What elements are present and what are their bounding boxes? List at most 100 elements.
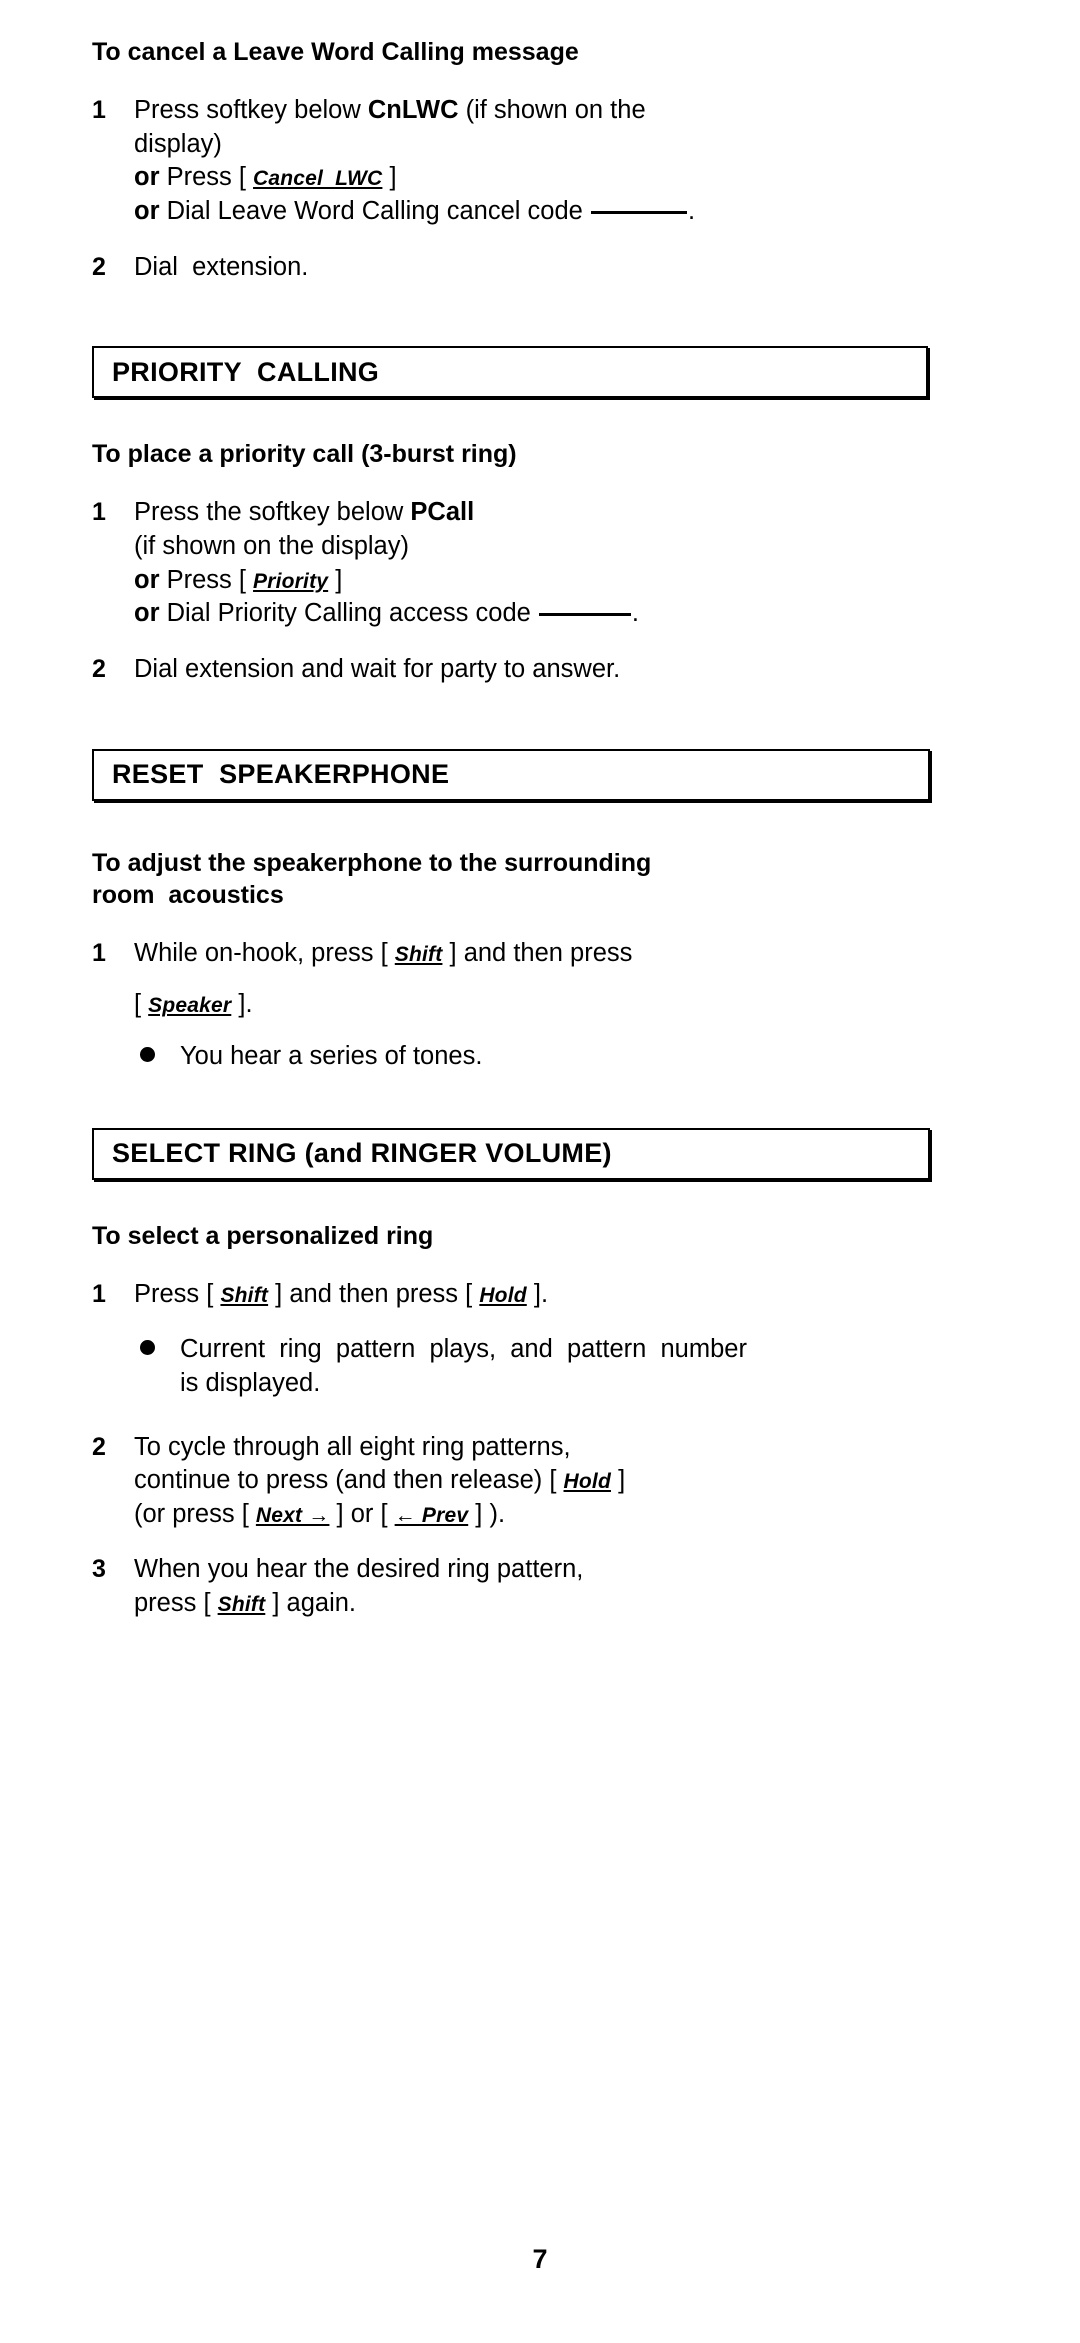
section-heading-box-select-ring: SELECT RING (and RINGER VOLUME) xyxy=(92,1127,930,1180)
step-line-text: When you hear the desired ring pattern, xyxy=(134,1555,584,1584)
step-line-text: continue to press (and then release) [ xyxy=(134,1466,564,1495)
step-line-text: (if shown on the display) xyxy=(134,531,409,560)
step-line: When you hear the desired ring pattern, xyxy=(134,1553,952,1587)
step-line: Dial extension and wait for party to ans… xyxy=(134,653,952,687)
key-label-shift: Shift xyxy=(394,942,443,966)
step-text: Press softkey below CnLWC (if shown on t… xyxy=(134,94,952,229)
step-line-text: Dial Priority Calling access code xyxy=(159,599,538,628)
step-line-text: Dial extension. xyxy=(134,252,309,281)
section-title: PRIORITY CALLING xyxy=(112,356,380,387)
bullet-text: You hear a series of tones. xyxy=(180,1041,483,1070)
document-page: To cancel a Leave Word Calling message 1… xyxy=(0,0,1080,2343)
step-line-text: (or press [ xyxy=(134,1499,256,1528)
step-line-text: [ xyxy=(134,990,149,1019)
step-line: To cycle through all eight ring patterns… xyxy=(134,1431,952,1465)
step-row: 2 Dial extension and wait for party to a… xyxy=(92,653,952,687)
section-heading-box-reset-speakerphone: RESET SPEAKERPHONE xyxy=(92,748,930,801)
softkey-label: PCall xyxy=(410,498,475,527)
section-cancel-lwc: To cancel a Leave Word Calling message 1… xyxy=(92,36,952,284)
step-line: or Press [ Cancel LWC ] xyxy=(134,161,952,195)
section-select-ring: SELECT RING (and RINGER VOLUME) To selec… xyxy=(92,1127,952,1621)
step-line-text: . xyxy=(631,599,639,628)
softkey-label: CnLWC xyxy=(367,96,459,124)
step-number: 1 xyxy=(92,1279,106,1308)
step-row: 1 Press the softkey below PCall (if show… xyxy=(92,496,952,631)
step-line-text: ] and then press xyxy=(442,938,633,967)
step-line-text: ]. xyxy=(526,1279,549,1308)
step-line: or Dial Priority Calling access code . xyxy=(134,597,952,631)
step-line-text: ]. xyxy=(231,990,253,1019)
step-line: Press softkey below CnLWC (if shown on t… xyxy=(134,94,952,128)
step-line-text: Press the softkey below xyxy=(134,498,411,527)
step-text: Press the softkey below PCall (if shown … xyxy=(134,496,952,631)
step-line-text: Press [ xyxy=(134,1279,221,1308)
step-number: 2 xyxy=(92,654,106,683)
page-number: 7 xyxy=(532,2244,548,2274)
step-line: or Dial Leave Word Calling cancel code . xyxy=(134,195,952,229)
step-row: 1 Press softkey below CnLWC (if shown on… xyxy=(92,94,952,229)
step-line-text: Press softkey below xyxy=(134,96,368,124)
bullet-point-icon xyxy=(134,1333,180,1364)
step-line-text: Dial Leave Word Calling cancel code xyxy=(159,196,590,225)
step-line: Press the softkey below PCall xyxy=(134,496,952,530)
step-line: (or press [ Next → ] or [ ← Prev ] ). xyxy=(134,1498,952,1532)
or-label: or xyxy=(134,565,160,594)
step-text: When you hear the desired ring pattern, … xyxy=(134,1553,952,1620)
subheading-cancel-lwc: To cancel a Leave Word Calling message xyxy=(92,38,579,66)
step-number: 3 xyxy=(92,1555,106,1584)
step-line: [ Speaker ]. xyxy=(134,988,952,1022)
step-number: 1 xyxy=(92,96,106,124)
step-line: press [ Shift ] again. xyxy=(134,1587,952,1621)
subheading-select-ring: To select a personalized ring xyxy=(92,1221,434,1250)
step-line-text: display) xyxy=(134,129,222,158)
step-line: display) xyxy=(134,128,952,162)
step-line: Dial extension. xyxy=(134,251,952,285)
step-line: continue to press (and then release) [ H… xyxy=(134,1464,952,1498)
step-number: 1 xyxy=(92,498,106,527)
step-line-text: Press [ xyxy=(159,565,254,594)
step-number: 2 xyxy=(92,252,106,281)
step-line-text: ] xyxy=(610,1466,626,1495)
fill-in-blank xyxy=(590,210,687,214)
step-row: 3 When you hear the desired ring pattern… xyxy=(92,1553,952,1620)
key-label-priority: Priority xyxy=(253,569,329,593)
step-text: Dial extension. xyxy=(134,251,952,285)
key-label-speaker: Speaker xyxy=(148,994,232,1018)
step-row: 2 To cycle through all eight ring patter… xyxy=(92,1431,952,1532)
step-text: Dial extension and wait for party to ans… xyxy=(134,653,952,687)
subheading-priority-calling: To place a priority call (3-burst ring) xyxy=(92,440,517,469)
step-line-text: Press [ xyxy=(159,163,254,192)
key-label-cancel-lwc: Cancel LWC xyxy=(253,167,383,191)
key-label-hold: Hold xyxy=(563,1470,611,1494)
step-line-text: ] or [ xyxy=(329,1499,395,1528)
section-title: SELECT RING (and RINGER VOLUME) xyxy=(112,1138,612,1169)
step-line-text: While on-hook, press [ xyxy=(134,938,395,967)
fill-in-blank xyxy=(538,613,631,617)
step-line-text: ] and then press [ xyxy=(268,1279,480,1308)
key-label-shift: Shift xyxy=(217,1593,266,1617)
bullet-row: You hear a series of tones. xyxy=(134,1040,952,1074)
step-line: While on-hook, press [ Shift ] and then … xyxy=(134,937,952,971)
section-reset-speakerphone: RESET SPEAKERPHONE To adjust the speaker… xyxy=(92,748,952,1074)
key-label-shift: Shift xyxy=(220,1283,269,1307)
bullet-row: Current ring pattern plays, and pattern … xyxy=(134,1333,952,1400)
bullet-point-icon xyxy=(134,1040,180,1071)
step-line-text: (if shown on the xyxy=(458,96,646,124)
section-heading-box-priority-calling: PRIORITY CALLING xyxy=(92,346,928,399)
or-label: or xyxy=(134,599,160,628)
key-label-prev: ← Prev xyxy=(394,1503,469,1527)
step-line-text: . xyxy=(687,196,696,225)
step-text: To cycle through all eight ring patterns… xyxy=(134,1431,952,1532)
step-row: 2 Dial extension. xyxy=(92,251,952,285)
page-content: To cancel a Leave Word Calling message 1… xyxy=(92,36,952,1621)
step-line: (if shown on the display) xyxy=(134,530,952,564)
step-line-text: Dial extension and wait for party to ans… xyxy=(134,654,621,683)
step-line-text: ] xyxy=(328,565,343,594)
or-label: or xyxy=(134,196,160,225)
step-row: 1 Press [ Shift ] and then press [ Hold … xyxy=(92,1278,952,1401)
section-priority-calling: PRIORITY CALLING To place a priority cal… xyxy=(92,346,952,686)
step-line-text: ] xyxy=(382,163,397,192)
step-line: or Press [ Priority ] xyxy=(134,564,952,598)
step-text: While on-hook, press [ Shift ] and then … xyxy=(134,937,952,1074)
step-number: 1 xyxy=(92,938,106,967)
